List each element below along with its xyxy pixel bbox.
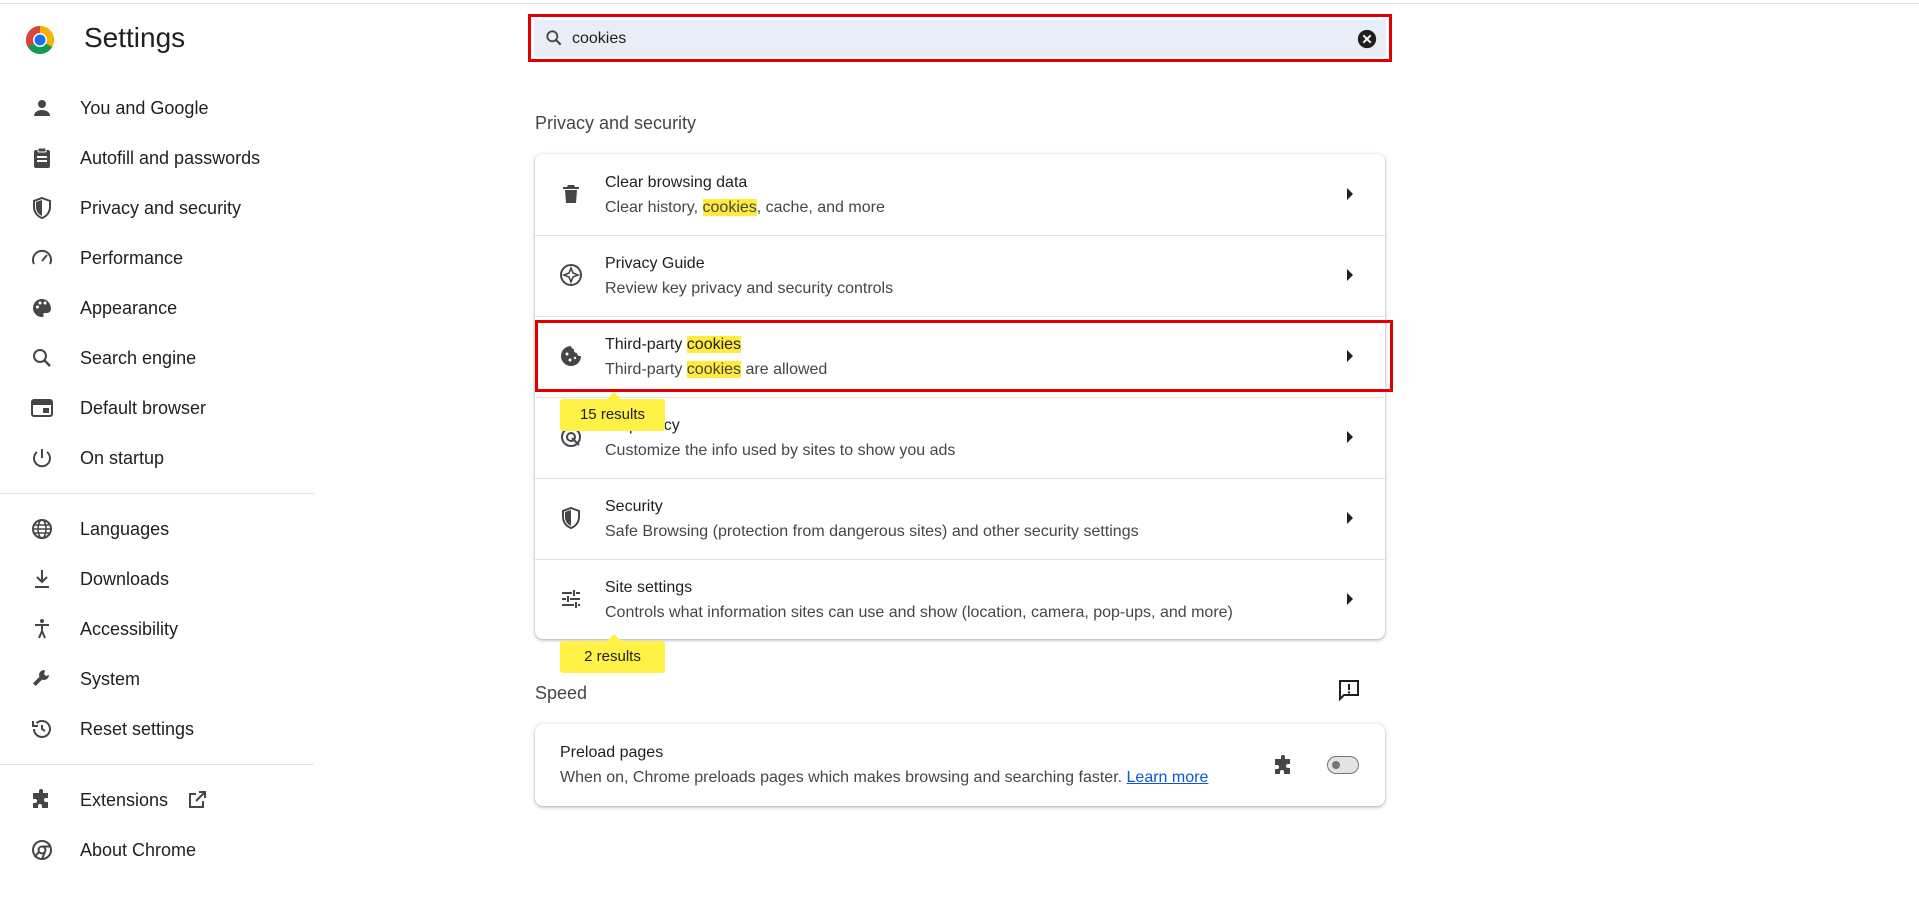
clear-search-icon[interactable]	[1356, 28, 1378, 50]
section-title-privacy: Privacy and security	[535, 113, 697, 133]
row-site-settings[interactable]: Site settings Controls what information …	[535, 559, 1385, 640]
row-subtitle: Third-party cookies are allowed	[605, 361, 828, 378]
search-icon	[33, 349, 51, 367]
sidebar-item-label: Accessibility	[80, 619, 179, 639]
sidebar-item-label: Autofill and passwords	[80, 148, 261, 168]
row-subtitle: Safe Browsing (protection from dangerous…	[605, 523, 1139, 540]
row-title: Third-party cookies	[605, 336, 742, 353]
search-input[interactable]	[570, 24, 1334, 54]
search-bar[interactable]	[534, 20, 1386, 57]
sidebar: You and Google Autofill and passwords Pr…	[0, 0, 314, 912]
sidebar-item-label: On startup	[80, 448, 165, 468]
results-bubble: 2 results	[560, 634, 665, 673]
person-icon	[34, 100, 50, 116]
arrow-right-icon	[1347, 593, 1353, 605]
sidebar-item-label: Privacy and security	[80, 198, 242, 218]
browser-window-icon	[31, 399, 53, 417]
arrow-right-icon	[1347, 188, 1353, 200]
sidebar-item-downloads[interactable]: Downloads	[0, 554, 314, 604]
arrow-right-icon	[1347, 512, 1353, 524]
learn-more-link[interactable]: Learn more	[1127, 769, 1209, 786]
sidebar-item-label: Extensions	[80, 790, 169, 810]
row-title: Clear browsing data	[605, 174, 748, 191]
sidebar-item-label: Reset settings	[80, 719, 195, 739]
search-match-highlight: cookies	[686, 361, 742, 378]
sidebar-item-appearance[interactable]: Appearance	[0, 283, 314, 333]
toggle-knob	[1332, 761, 1340, 769]
sidebar-item-languages[interactable]: Languages	[0, 504, 314, 554]
sidebar-item-label: About Chrome	[80, 840, 197, 860]
row-subtitle: Clear history, cookies, cache, and more	[605, 199, 885, 216]
row-subtitle: Controls what information sites can use …	[605, 604, 1233, 621]
sidebar-item-label: Search engine	[80, 348, 197, 368]
sidebar-item-you-and-google[interactable]: You and Google	[0, 83, 314, 133]
row-clear-browsing-data[interactable]: Clear browsing data Clear history, cooki…	[535, 154, 1385, 235]
row-title: Security	[605, 498, 663, 515]
sidebar-item-performance[interactable]: Performance	[0, 233, 314, 283]
cookie-icon	[561, 346, 581, 366]
sidebar-item-default-browser[interactable]: Default browser	[0, 383, 314, 433]
sidebar-item-label: Appearance	[80, 298, 178, 318]
sidebar-item-label: Downloads	[80, 569, 170, 589]
puzzle-icon	[33, 789, 48, 808]
shield-icon	[33, 196, 51, 220]
clipboard-icon	[34, 147, 50, 168]
arrow-right-icon	[1347, 431, 1353, 443]
power-icon	[33, 449, 51, 468]
sidebar-item-about-chrome[interactable]: About Chrome	[0, 825, 314, 875]
sidebar-item-reset-settings[interactable]: Reset settings	[0, 704, 314, 754]
results-bubble: 15 results	[560, 392, 665, 431]
sidebar-item-autofill[interactable]: Autofill and passwords	[0, 133, 314, 183]
trash-icon	[563, 185, 579, 203]
section-title-speed: Speed	[535, 683, 588, 703]
sidebar-item-label: Languages	[80, 519, 170, 539]
preload-pages-toggle[interactable]	[1327, 756, 1359, 774]
palette-icon	[33, 299, 51, 317]
sidebar-item-label: Performance	[80, 248, 184, 268]
download-icon	[35, 570, 49, 588]
row-privacy-guide[interactable]: Privacy Guide Review key privacy and sec…	[535, 235, 1385, 316]
tune-icon	[562, 590, 580, 608]
accessibility-icon	[35, 619, 49, 639]
row-subtitle: Customize the info used by sites to show…	[605, 442, 956, 459]
row-subtitle: Review key privacy and security controls	[605, 280, 894, 297]
shield-icon	[562, 506, 580, 530]
feedback-icon[interactable]	[1337, 678, 1361, 702]
sidebar-item-accessibility[interactable]: Accessibility	[0, 604, 314, 654]
preload-title: Preload pages	[560, 744, 664, 761]
sidebar-item-system[interactable]: System	[0, 654, 314, 704]
open-in-new-icon	[189, 791, 206, 808]
sidebar-item-label: Default browser	[80, 398, 207, 418]
sidebar-item-label: You and Google	[80, 98, 209, 118]
sidebar-item-label: System	[80, 669, 141, 689]
row-title: Site settings	[605, 579, 693, 596]
row-title: Privacy Guide	[605, 255, 705, 272]
speedometer-icon	[32, 249, 52, 265]
sidebar-item-on-startup[interactable]: On startup	[0, 433, 314, 483]
sidebar-item-extensions[interactable]: Extensions	[0, 775, 314, 825]
preload-description: When on, Chrome preloads pages which mak…	[560, 769, 1209, 786]
row-third-party-cookies[interactable]: Third-party cookies Third-party cookies …	[535, 316, 1385, 397]
search-icon	[546, 30, 562, 46]
privacy-card: Clear browsing data Clear history, cooki…	[535, 154, 1385, 639]
sidebar-item-search-engine[interactable]: Search engine	[0, 333, 314, 383]
sidebar-divider	[0, 764, 314, 765]
wrench-icon	[33, 670, 49, 686]
chrome-icon	[32, 840, 52, 860]
puzzle-icon	[1275, 755, 1290, 774]
globe-icon	[32, 519, 52, 539]
sidebar-divider	[0, 493, 314, 494]
arrow-right-icon	[1347, 350, 1353, 362]
arrow-right-icon	[1347, 269, 1353, 281]
sidebar-item-privacy[interactable]: Privacy and security	[0, 183, 314, 233]
preload-card: Preload pages When on, Chrome preloads p…	[535, 724, 1385, 806]
history-icon	[32, 720, 51, 738]
row-security[interactable]: Security Safe Browsing (protection from …	[535, 478, 1385, 559]
search-match-highlight: cookies	[702, 199, 757, 216]
compass-icon	[560, 264, 582, 286]
search-match-highlight: cookies	[686, 336, 742, 353]
